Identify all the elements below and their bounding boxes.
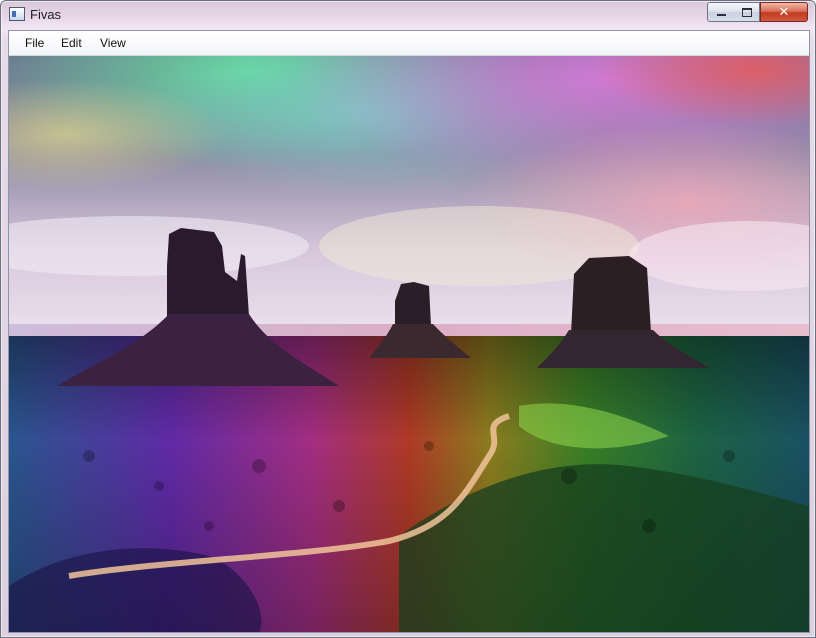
menu-bar: File Edit View: [9, 31, 809, 56]
title-bar[interactable]: Fivas ✕: [1, 1, 815, 29]
menu-view[interactable]: View: [96, 35, 130, 51]
landscape-image: [9, 56, 809, 632]
maximize-icon: [741, 7, 752, 17]
maximize-button[interactable]: [734, 2, 760, 22]
app-window: Fivas ✕ File Edit View: [0, 0, 816, 638]
menu-edit[interactable]: Edit: [57, 35, 86, 51]
client-area: File Edit View: [8, 30, 810, 633]
image-canvas[interactable]: [9, 56, 809, 632]
minimize-icon: [716, 14, 726, 16]
minimize-button[interactable]: [707, 2, 735, 22]
close-button[interactable]: ✕: [760, 2, 808, 22]
window-title: Fivas: [30, 7, 62, 22]
close-icon: ✕: [778, 4, 790, 20]
app-icon: [9, 7, 25, 21]
menu-file[interactable]: File: [21, 35, 48, 51]
